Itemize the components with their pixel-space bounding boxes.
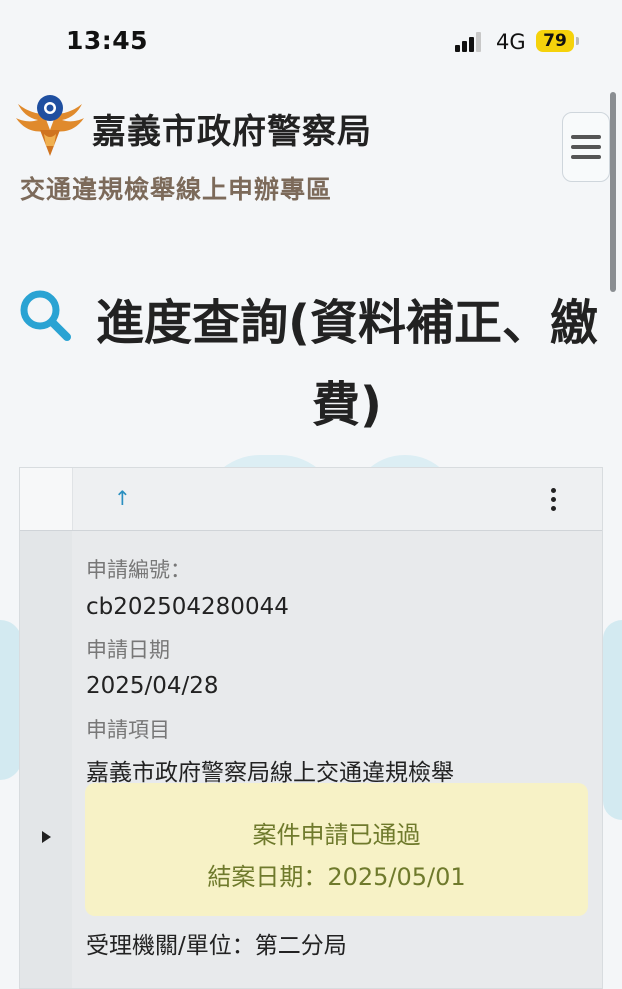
- police-emblem-icon: [16, 95, 84, 156]
- status-text: 案件申請已通過: [252, 821, 421, 849]
- battery-icon: [576, 37, 579, 45]
- page-title: 進度查詢(資料補正、繳費): [96, 295, 598, 433]
- background-decoration: [603, 620, 622, 820]
- signal-icon: [455, 32, 487, 52]
- site-title[interactable]: 嘉義市政府警察局: [92, 104, 372, 153]
- expand-arrow-icon[interactable]: [42, 831, 51, 843]
- application-date-value: 2025/04/28: [86, 673, 219, 699]
- search-icon: [20, 290, 71, 341]
- status-badge: 案件申請已通過 結案日期：2025/05/01: [85, 783, 588, 916]
- site-subtitle: 交通違規檢舉線上申辦專區: [20, 175, 333, 204]
- table-header-expand-column: [20, 468, 73, 530]
- menu-button[interactable]: [562, 112, 610, 182]
- application-no-label: 申請編號：: [86, 558, 191, 582]
- status-bar: 13:45 4G 79: [0, 0, 622, 84]
- scrollbar[interactable]: [610, 92, 616, 292]
- agency-text: 受理機關/單位：第二分局: [86, 933, 347, 959]
- table-header: ↑: [20, 468, 602, 531]
- sort-ascending-icon[interactable]: ↑: [114, 486, 131, 510]
- expand-column: [20, 531, 72, 988]
- application-no-value: cb202504280044: [86, 594, 289, 620]
- application-item-value: 嘉義市政府警察局線上交通違規檢舉: [86, 760, 454, 786]
- record-table: ↑ 申請編號： cb202504280044 申請日期 2025/04/28 申…: [19, 467, 603, 989]
- more-vertical-icon[interactable]: [551, 488, 557, 512]
- status-time: 13:45: [66, 26, 149, 55]
- battery-level: 79: [536, 30, 574, 52]
- close-date-text: 結案日期：2025/05/01: [207, 863, 466, 891]
- network-type: 4G: [496, 30, 526, 54]
- application-item-label: 申請項目: [86, 718, 170, 742]
- application-date-label: 申請日期: [86, 638, 170, 662]
